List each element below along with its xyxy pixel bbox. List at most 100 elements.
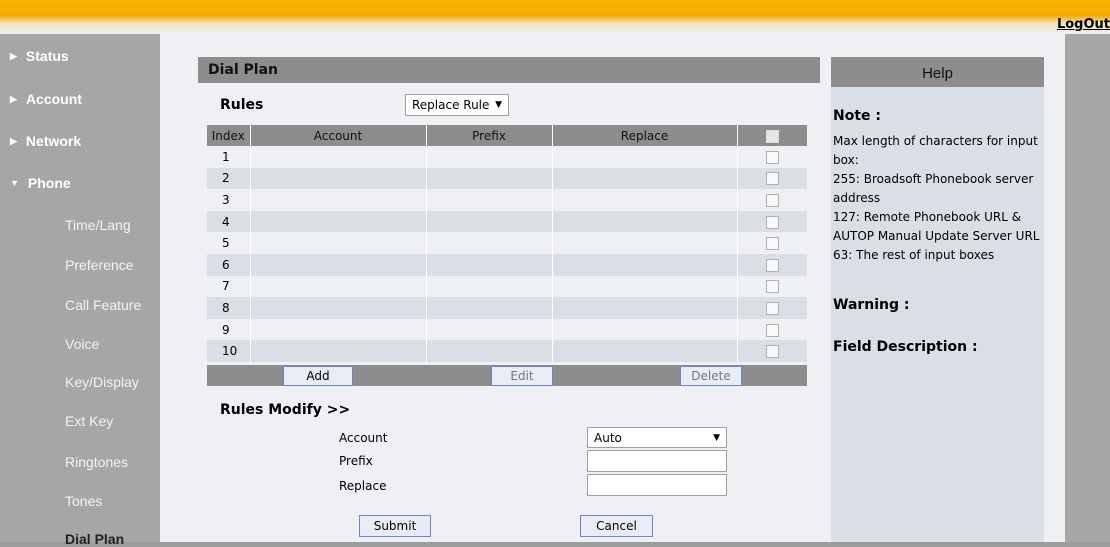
help-title: Help	[831, 57, 1044, 87]
sidebar-item-account[interactable]: ▶ Account	[10, 91, 82, 107]
row-prefix	[426, 210, 553, 233]
table-row[interactable]: 3	[207, 189, 807, 211]
sidebar-item-call-feature[interactable]: Call Feature	[65, 297, 141, 313]
table-row[interactable]: 2	[207, 167, 807, 190]
row-select-cell	[737, 253, 807, 276]
sidebar-item-preference[interactable]: Preference	[65, 257, 133, 273]
row-replace	[552, 167, 738, 190]
submit-button[interactable]: Submit	[359, 515, 431, 537]
row-replace	[552, 297, 738, 319]
row-prefix	[426, 318, 553, 341]
table-row[interactable]: 9	[207, 318, 807, 341]
row-account	[250, 146, 427, 168]
col-header-select-all	[737, 125, 807, 146]
row-select-cell	[737, 297, 807, 319]
row-select-cell	[737, 189, 807, 211]
help-warning-title: Warning :	[833, 297, 910, 313]
sidebar-item-network[interactable]: ▶ Network	[10, 133, 81, 149]
rule-type-select[interactable]: Replace Rule ▼	[405, 94, 509, 116]
help-note-body: Max length of characters for input box: …	[833, 132, 1045, 265]
row-index: 10	[207, 340, 251, 362]
col-header-index: Index	[207, 125, 251, 146]
table-row[interactable]: 4	[207, 210, 807, 233]
table-row[interactable]: 7	[207, 275, 807, 298]
row-prefix	[426, 189, 553, 211]
row-checkbox[interactable]	[765, 172, 779, 186]
help-note-line: 255: Broadsoft Phonebook server address	[833, 172, 1034, 205]
edit-button[interactable]: Edit	[491, 366, 553, 386]
help-note-line: 127: Remote Phonebook URL & AUTOP Manual…	[833, 210, 1040, 243]
row-index: 3	[207, 189, 251, 211]
account-select[interactable]: Auto ▼	[587, 427, 727, 448]
triangle-right-icon: ▶	[10, 51, 17, 61]
row-prefix	[426, 232, 553, 254]
rules-table: Index Account Prefix Replace 1 2 3 4 5 6…	[207, 125, 807, 362]
replace-input[interactable]	[587, 474, 727, 496]
row-prefix	[426, 146, 553, 168]
sidebar-item-ext-key[interactable]: Ext Key	[65, 413, 113, 429]
row-account	[250, 297, 427, 319]
triangle-right-icon: ▶	[10, 136, 17, 146]
select-all-checkbox[interactable]	[765, 129, 779, 143]
row-replace	[552, 210, 738, 233]
row-index: 4	[207, 210, 251, 233]
sidebar: ▶ Status ▶ Account ▶ Network ▼ Phone Time/La…	[0, 34, 160, 547]
sidebar-item-phone[interactable]: ▼ Phone	[10, 175, 71, 191]
row-account	[250, 253, 427, 276]
table-row[interactable]: 8	[207, 297, 807, 319]
row-replace	[552, 232, 738, 254]
row-prefix	[426, 297, 553, 319]
sidebar-item-status[interactable]: ▶ Status	[10, 48, 69, 64]
sidebar-item-voice[interactable]: Voice	[65, 336, 99, 352]
row-prefix	[426, 253, 553, 276]
rules-label: Rules	[220, 97, 264, 113]
logout-link[interactable]: LogOut	[1057, 17, 1110, 32]
help-note-title: Note :	[833, 108, 881, 124]
row-index: 8	[207, 297, 251, 319]
row-checkbox[interactable]	[765, 237, 779, 251]
row-checkbox[interactable]	[765, 193, 779, 207]
row-index: 9	[207, 318, 251, 341]
table-row[interactable]: 5	[207, 232, 807, 254]
row-checkbox[interactable]	[765, 215, 779, 229]
row-account	[250, 189, 427, 211]
table-header-row: Index Account Prefix Replace	[207, 125, 807, 146]
row-replace	[552, 146, 738, 168]
row-checkbox[interactable]	[765, 280, 779, 294]
add-button[interactable]: Add	[283, 366, 353, 386]
row-replace	[552, 189, 738, 211]
row-replace	[552, 318, 738, 341]
sidebar-item-label: Account	[25, 91, 82, 107]
triangle-down-icon: ▼	[10, 178, 19, 188]
table-row[interactable]: 10	[207, 340, 807, 362]
sidebar-item-dial-plan[interactable]: Dial Plan	[65, 531, 124, 547]
cancel-button[interactable]: Cancel	[580, 515, 653, 537]
help-field-description-title: Field Description :	[833, 339, 978, 355]
row-index: 2	[207, 167, 251, 190]
table-row[interactable]: 6	[207, 253, 807, 276]
row-replace	[552, 275, 738, 298]
rules-modify-label: Rules Modify >>	[220, 402, 351, 418]
row-checkbox[interactable]	[765, 345, 779, 359]
prefix-input[interactable]	[587, 450, 727, 472]
row-account	[250, 167, 427, 190]
account-select-value: Auto	[594, 431, 622, 445]
row-checkbox[interactable]	[765, 258, 779, 272]
col-header-account: Account	[250, 125, 427, 146]
row-checkbox[interactable]	[765, 150, 779, 164]
row-replace	[552, 253, 738, 276]
sidebar-item-key-display[interactable]: Key/Display	[65, 374, 139, 390]
table-row[interactable]: 1	[207, 146, 807, 168]
sidebar-item-ringtones[interactable]: Ringtones	[65, 454, 128, 470]
sidebar-item-tones[interactable]: Tones	[65, 493, 102, 509]
page-title: Dial Plan	[198, 57, 820, 83]
row-index: 6	[207, 253, 251, 276]
row-account	[250, 340, 427, 362]
delete-button[interactable]: Delete	[680, 366, 742, 386]
row-account	[250, 232, 427, 254]
sidebar-item-time-lang[interactable]: Time/Lang	[65, 217, 131, 233]
row-checkbox[interactable]	[765, 323, 779, 337]
row-checkbox[interactable]	[765, 301, 779, 315]
row-prefix	[426, 167, 553, 190]
col-header-replace: Replace	[552, 125, 738, 146]
